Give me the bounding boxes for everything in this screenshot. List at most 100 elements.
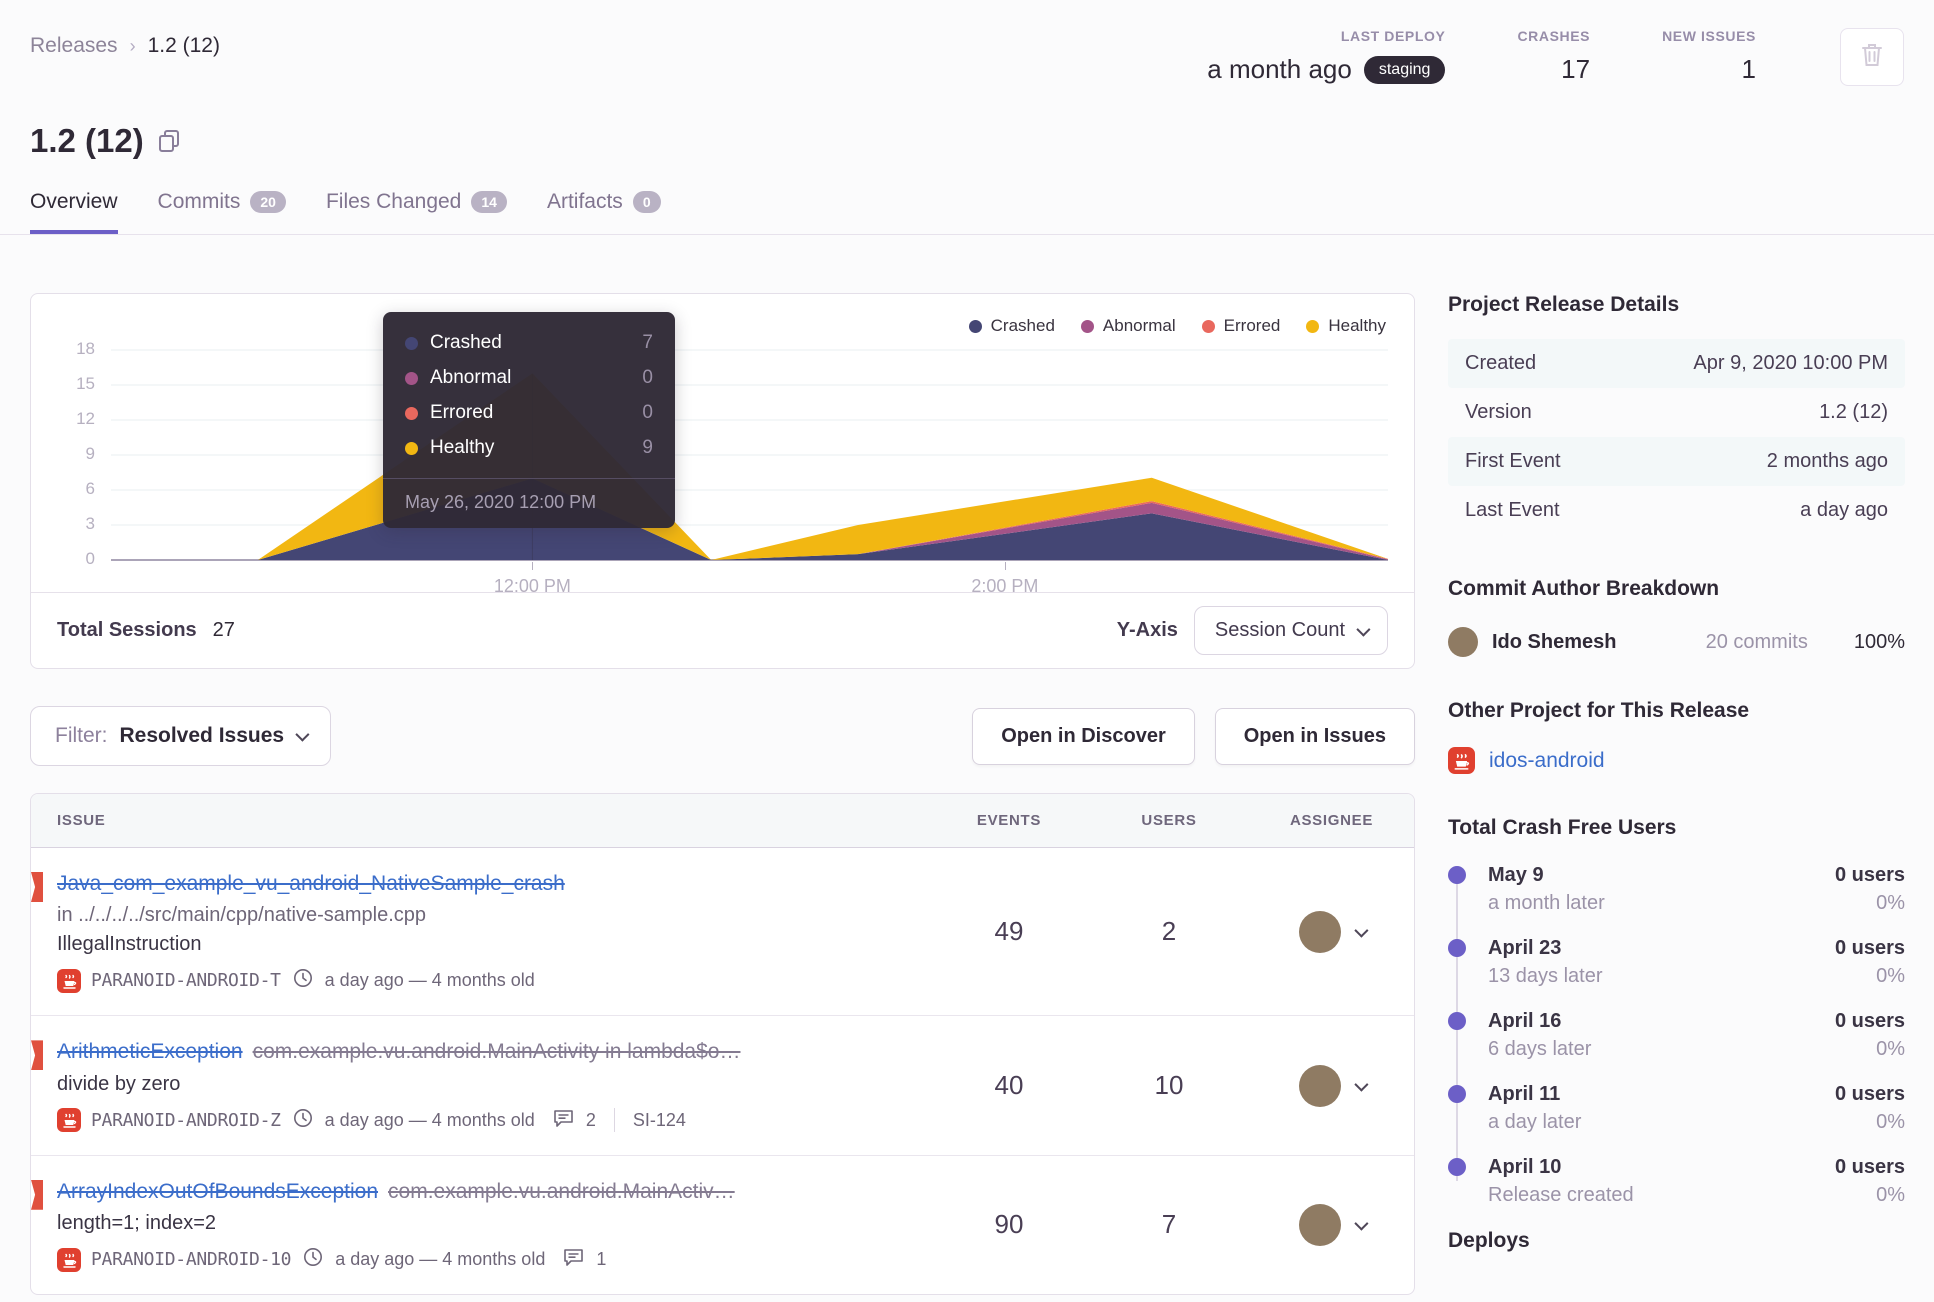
entry-percent: 0% xyxy=(1876,892,1905,914)
copy-icon[interactable] xyxy=(158,129,180,158)
issue-culprit: in ../../../../src/main/cpp/native-sampl… xyxy=(57,904,427,927)
x-axis-label: 2:00 PM xyxy=(971,576,1039,596)
legend-item-errored[interactable]: Errored xyxy=(1201,316,1280,336)
entry-date: April 10 xyxy=(1488,1156,1562,1178)
entry-caption: 13 days later xyxy=(1488,965,1603,987)
java-platform-icon xyxy=(57,968,81,993)
tab-commits[interactable]: Commits 20 xyxy=(158,190,286,234)
timeline-dot xyxy=(1448,1012,1466,1030)
entry-percent: 0% xyxy=(1876,1038,1905,1060)
legend-healthy-label: Healthy xyxy=(1328,316,1386,335)
tooltip-healthy-label: Healthy xyxy=(430,437,495,458)
delete-release-button[interactable] xyxy=(1840,28,1904,86)
assignee-dropdown[interactable] xyxy=(1249,910,1414,953)
breadcrumb-current: 1.2 (12) xyxy=(147,34,220,57)
tab-artifacts-badge: 0 xyxy=(632,191,661,213)
issues-filter-dropdown[interactable]: Filter: Resolved Issues xyxy=(30,706,332,766)
events-count: 40 xyxy=(994,1070,1024,1101)
release-stats: LAST DEPLOY a month ago staging CRASHES … xyxy=(1207,28,1904,86)
detail-label: First Event xyxy=(1465,450,1561,472)
y-axis-label: 18 xyxy=(76,339,95,358)
project-link[interactable]: PARANOID-ANDROID-Z xyxy=(57,1108,281,1133)
last-deploy-value: a month ago xyxy=(1207,54,1352,84)
clock-icon xyxy=(293,1108,313,1133)
issue-title-link[interactable]: ArrayIndexOutOfBoundsException xyxy=(57,1180,378,1203)
commit-authors-heading: Commit Author Breakdown xyxy=(1448,577,1720,600)
timeline-entry: April 23 0 users 13 days later 0% xyxy=(1448,937,1905,988)
open-in-issues-button[interactable]: Open in Issues xyxy=(1214,707,1415,765)
entry-users: 0 users xyxy=(1834,937,1905,959)
tab-artifacts-label: Artifacts xyxy=(546,190,623,213)
sessions-chart-svg xyxy=(111,338,1388,562)
issue-age: a day ago — 4 months old xyxy=(324,1109,535,1130)
timeline-entry: April 11 0 users a day later 0% xyxy=(1448,1083,1905,1134)
assignee-dropdown[interactable] xyxy=(1249,1203,1414,1246)
entry-caption: 6 days later xyxy=(1488,1038,1592,1060)
detail-row-version: Version 1.2 (12) xyxy=(1448,388,1905,437)
project-link[interactable]: PARANOID-ANDROID-T xyxy=(57,968,281,993)
stat-crashes: CRASHES 17 xyxy=(1517,28,1590,85)
tab-files-changed[interactable]: Files Changed 14 xyxy=(326,190,507,234)
column-users: USERS xyxy=(1141,812,1197,829)
issue-title-link[interactable]: ArithmeticException xyxy=(57,1040,243,1063)
issue-short-id: SI-124 xyxy=(632,1109,686,1130)
open-in-discover-button[interactable]: Open in Discover xyxy=(972,707,1195,765)
filter-label: Filter: xyxy=(55,724,108,747)
other-project-link[interactable]: idos-android xyxy=(1448,747,1905,774)
issue-message: divide by zero xyxy=(57,1072,181,1095)
comment-icon xyxy=(563,1247,584,1272)
timeline-dot xyxy=(1448,939,1466,957)
legend-item-crashed[interactable]: Crashed xyxy=(968,316,1055,336)
issue-title-link[interactable]: Java_com_example_vu_android_NativeSample… xyxy=(57,872,565,895)
detail-label: Last Event xyxy=(1465,499,1560,521)
y-axis-label: 6 xyxy=(85,479,95,498)
tab-bar: Overview Commits 20 Files Changed 14 Art… xyxy=(0,190,1934,235)
x-axis-tick xyxy=(532,562,534,570)
timeline-entry: May 9 0 users a month later 0% xyxy=(1448,864,1905,915)
tab-files-changed-label: Files Changed xyxy=(325,190,462,213)
total-sessions-value: 27 xyxy=(212,619,235,641)
errored-color-dot xyxy=(1201,319,1215,333)
events-count: 49 xyxy=(994,916,1024,947)
y-axis-label: 9 xyxy=(85,444,95,463)
timeline-dot xyxy=(1448,1158,1466,1176)
timeline-dot xyxy=(1448,1085,1466,1103)
entry-date: April 11 xyxy=(1488,1083,1561,1105)
tooltip-abnormal-label: Abnormal xyxy=(430,367,512,388)
entry-users: 0 users xyxy=(1834,1010,1905,1032)
detail-row-created: Created Apr 9, 2020 10:00 PM xyxy=(1448,339,1905,388)
author-percent: 100% xyxy=(1853,630,1905,653)
tab-overview[interactable]: Overview xyxy=(30,190,118,234)
tooltip-row-healthy: Healthy 9 xyxy=(405,437,653,459)
chevron-down-icon xyxy=(1353,1077,1368,1092)
tooltip-errored-label: Errored xyxy=(430,402,494,423)
page-title: 1.2 (12) xyxy=(30,122,144,159)
legend-item-abnormal[interactable]: Abnormal xyxy=(1080,316,1176,336)
detail-value: 2 months ago xyxy=(1766,450,1888,472)
legend-crashed-label: Crashed xyxy=(990,316,1055,335)
author-commits: 20 commits xyxy=(1705,630,1808,653)
assignee-avatar xyxy=(1298,910,1341,953)
commit-author-breakdown: Commit Author Breakdown Ido Shemesh 20 c… xyxy=(1448,577,1905,657)
tooltip-healthy-value: 9 xyxy=(642,437,653,458)
page-header: Releases › 1.2 (12) LAST DEPLOY a month … xyxy=(0,0,1934,86)
assignee-dropdown[interactable] xyxy=(1249,1064,1414,1107)
sessions-chart-card: Crashed Abnormal Errored Healthy 0 3 6 9 12 1… xyxy=(30,293,1415,669)
issue-row: ArithmeticException com.example.vu.androi… xyxy=(31,1016,1414,1156)
project-link[interactable]: PARANOID-ANDROID-10 xyxy=(57,1247,292,1272)
chevron-down-icon xyxy=(1353,923,1368,938)
sessions-chart-plot[interactable]: 0 3 6 9 12 15 18 12:00 PM 2:00 PM xyxy=(76,338,1388,596)
java-platform-icon xyxy=(57,1247,81,1272)
project-slug: PARANOID-ANDROID-T xyxy=(91,970,281,992)
column-issue: ISSUE xyxy=(57,812,106,829)
tab-artifacts[interactable]: Artifacts 0 xyxy=(547,190,661,234)
issue-age: a day ago — 4 months old xyxy=(324,970,535,991)
legend-item-healthy[interactable]: Healthy xyxy=(1306,316,1386,336)
issue-message: length=1; index=2 xyxy=(57,1212,217,1235)
project-slug: PARANOID-ANDROID-10 xyxy=(91,1249,292,1271)
yaxis-select[interactable]: Session Count xyxy=(1193,606,1388,655)
total-sessions-label: Total Sessions xyxy=(57,619,197,641)
column-events: EVENTS xyxy=(976,812,1042,829)
y-axis-label: 0 xyxy=(85,549,95,568)
breadcrumb-releases[interactable]: Releases xyxy=(30,34,118,58)
